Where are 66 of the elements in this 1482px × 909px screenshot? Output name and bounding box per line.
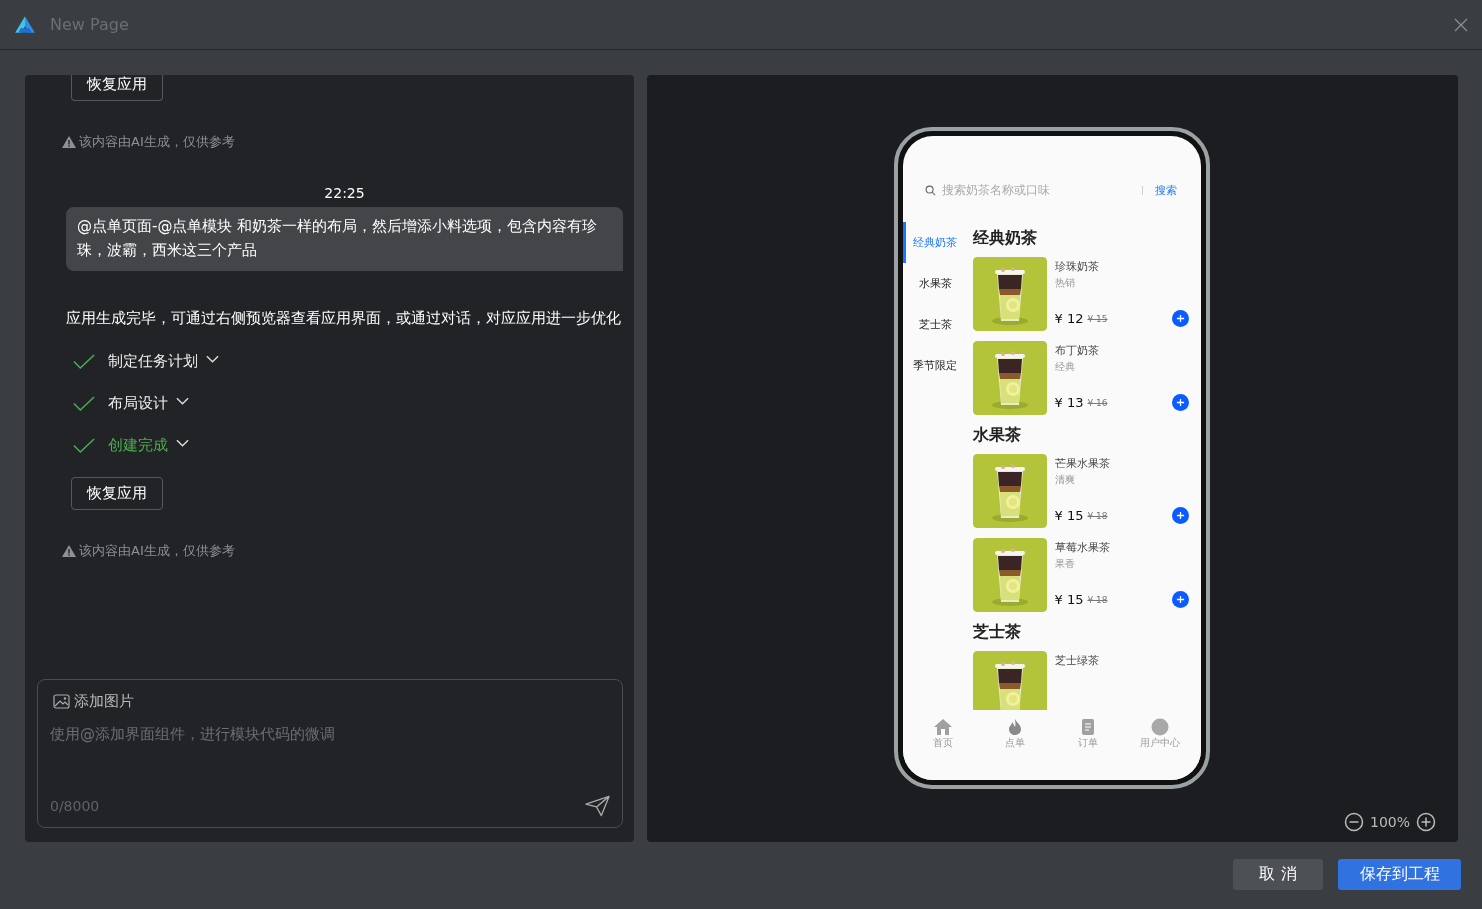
avatar-icon [1150,718,1171,736]
product-name: 芒果水果茶 [1054,456,1111,471]
plus-icon [1175,398,1185,407]
category-tab[interactable]: 经典奶茶 [902,222,965,263]
search-icon [924,184,936,196]
image-add-icon [53,693,71,710]
zoom-in-icon[interactable] [1416,812,1436,832]
product-name: 草莓水果茶 [1054,540,1111,555]
ai-disclaimer: 该内容由AI生成，仅供参考 [79,542,235,560]
original-price: ¥ 18 [1087,594,1109,605]
product-price: ¥ 13 [1054,395,1084,410]
warning-icon [62,545,76,557]
save-to-project-button[interactable]: 保存到工程 [1338,858,1461,890]
step-label: 布局设计 [108,394,168,413]
section-title: 芝士茶 [972,622,1022,643]
warning-icon [62,136,76,148]
cancel-button[interactable]: 取 消 [1233,858,1323,890]
app-logo-icon [14,14,36,35]
zoom-level: 100% [1369,814,1410,830]
original-price: ¥ 16 [1087,397,1109,408]
section-title: 经典奶茶 [972,228,1038,249]
product-tag: 果香 [1054,557,1189,591]
step-label: 制定任务计划 [108,352,198,371]
product-price: ¥ 15 [1054,508,1084,523]
product-price: ¥ 12 [1054,311,1084,326]
product-name: 芝士绿茶 [1054,653,1100,668]
section-title: 水果茶 [972,425,1022,446]
assistant-message: 应用生成完毕，可通过右侧预览器查看应用界面，或通过对话，对应应用进一步优化 [66,309,621,328]
product-price: ¥ 15 [1054,592,1084,607]
plus-icon [1175,314,1185,323]
message-time: 22:25 [324,185,365,201]
add-to-cart-button[interactable] [1171,394,1189,411]
product-tag: 经典 [1054,360,1189,394]
plus-icon [1175,511,1185,520]
chevron-down-icon[interactable] [176,396,189,405]
search-button[interactable]: 搜索 [1154,182,1177,198]
add-to-cart-button[interactable] [1171,310,1189,327]
original-price: ¥ 18 [1087,510,1109,521]
user-message: @点单页面-@点单模块 和奶茶一样的布局，然后增添小料选项，包含内容有珍珠，波霸，西米这三个产品 [66,207,623,271]
ai-disclaimer: 该内容由AI生成，仅供参考 [79,133,235,151]
category-tab[interactable]: 水果茶 [902,263,965,304]
restore-button[interactable]: 恢复应用 [71,477,163,510]
restore-button[interactable]: 恢复应用 [71,75,163,101]
add-image-button[interactable]: 添加图片 [53,692,610,711]
chevron-down-icon[interactable] [206,354,219,363]
original-price: ¥ 15 [1087,313,1109,324]
add-to-cart-button[interactable] [1171,591,1189,608]
category-tab[interactable]: 芝士茶 [902,304,965,345]
character-counter: 0/8000 [50,798,100,814]
search-bar[interactable]: 搜索奶茶名称或口味 搜索 [924,180,1177,200]
product-tag: 清爽 [1054,473,1189,507]
message-input[interactable]: 添加图片 使用@添加界面组件，进行模块代码的微调 0/8000 [37,679,623,828]
product-tag: 热销 [1054,276,1189,310]
step-label: 创建完成 [108,436,168,455]
category-tab[interactable]: 季节限定 [902,345,965,386]
home-icon [932,718,953,736]
plus-icon [1175,595,1185,604]
product-name: 珍珠奶茶 [1054,259,1100,274]
input-placeholder: 使用@添加界面组件，进行模块代码的微调 [50,725,336,745]
zoom-out-icon[interactable] [1343,812,1364,832]
chevron-down-icon[interactable] [176,438,189,447]
send-icon[interactable] [585,795,610,817]
close-icon[interactable] [1454,17,1468,32]
add-to-cart-button[interactable] [1171,507,1189,524]
product-name: 布丁奶茶 [1054,343,1100,358]
search-placeholder: 搜索奶茶名称或口味 [941,181,1051,199]
